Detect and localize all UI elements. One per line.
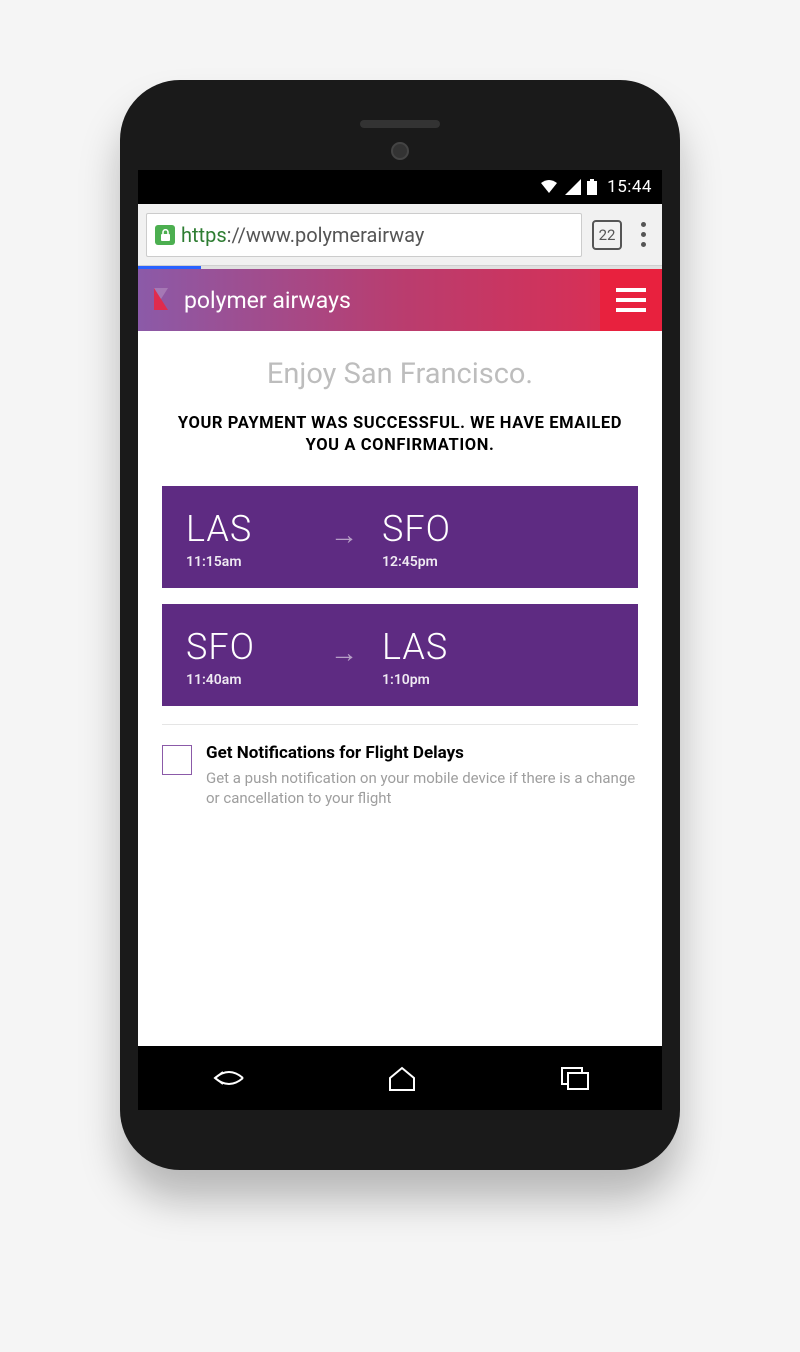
url-field[interactable]: https://www.polymerairway — [146, 213, 582, 257]
flight-card-return[interactable]: SFO 11:40am → LAS 1:10pm — [162, 604, 638, 706]
wifi-icon — [539, 179, 559, 195]
app-header: polymer airways — [138, 269, 662, 331]
brand-title: polymer airways — [184, 287, 351, 314]
tab-count: 22 — [599, 226, 616, 244]
flight-origin: SFO 11:40am — [186, 626, 306, 688]
destination-time: 12:45pm — [382, 554, 502, 570]
page-content: Enjoy San Francisco. YOUR PAYMENT WAS SU… — [138, 331, 662, 1046]
brand-logo-icon — [154, 288, 174, 312]
arrow-right-icon: → — [330, 636, 358, 669]
divider — [162, 724, 638, 725]
confirmation-message: YOUR PAYMENT WAS SUCCESSFUL. WE HAVE EMA… — [162, 413, 638, 458]
notifications-description: Get a push notification on your mobile d… — [206, 768, 638, 809]
flight-destination: SFO 12:45pm — [382, 508, 502, 570]
notifications-option: Get Notifications for Flight Delays Get … — [162, 743, 638, 809]
status-time: 15:44 — [607, 177, 652, 197]
origin-time: 11:40am — [186, 672, 306, 688]
cell-signal-icon — [565, 179, 581, 195]
url-text: https://www.polymerairway — [181, 223, 424, 247]
destination-code: LAS — [382, 626, 502, 668]
android-nav-bar — [138, 1046, 662, 1110]
battery-icon — [587, 179, 597, 195]
origin-time: 11:15am — [186, 554, 306, 570]
browser-toolbar: https://www.polymerairway 22 — [138, 204, 662, 266]
phone-speaker — [360, 120, 440, 128]
page-title: Enjoy San Francisco. — [162, 357, 638, 391]
arrow-right-icon: → — [330, 518, 358, 551]
flight-destination: LAS 1:10pm — [382, 626, 502, 688]
browser-menu-button[interactable] — [632, 215, 654, 255]
flight-origin: LAS 11:15am — [186, 508, 306, 570]
notifications-checkbox[interactable] — [162, 745, 192, 775]
lock-icon — [155, 225, 175, 245]
phone-screen: 15:44 https://www.polymerairway 22 — [138, 170, 662, 1110]
origin-code: LAS — [186, 508, 306, 550]
flight-card-outbound[interactable]: LAS 11:15am → SFO 12:45pm — [162, 486, 638, 588]
back-button[interactable] — [209, 1064, 245, 1092]
url-host: ://www.polymerairway — [227, 223, 425, 247]
home-button[interactable] — [386, 1064, 418, 1092]
notifications-title: Get Notifications for Flight Delays — [206, 743, 638, 763]
destination-code: SFO — [382, 508, 502, 550]
phone-camera — [391, 142, 409, 160]
url-scheme: https — [181, 223, 227, 247]
menu-button[interactable] — [600, 269, 662, 331]
destination-time: 1:10pm — [382, 672, 502, 688]
phone-device-frame: 15:44 https://www.polymerairway 22 — [120, 80, 680, 1170]
origin-code: SFO — [186, 626, 306, 668]
android-status-bar: 15:44 — [138, 170, 662, 204]
recents-button[interactable] — [559, 1065, 591, 1091]
tab-switcher-button[interactable]: 22 — [592, 220, 622, 250]
